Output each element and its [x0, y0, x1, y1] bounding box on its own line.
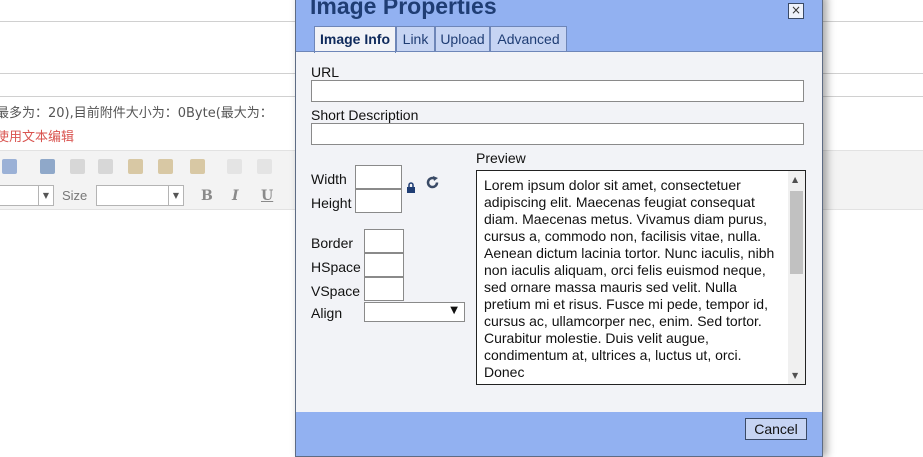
underline-button[interactable]: U — [261, 188, 273, 204]
align-select[interactable]: ▼ — [364, 302, 465, 322]
hspace-input[interactable] — [364, 253, 404, 277]
paste-text-icon[interactable] — [158, 159, 173, 174]
copy-icon[interactable] — [98, 159, 113, 174]
preview-label: Preview — [476, 150, 526, 166]
tab-image-info[interactable]: Image Info — [314, 26, 396, 53]
dialog-title-bar[interactable]: Image Properties × Image Info Link Uploa… — [296, 0, 822, 53]
redo-icon[interactable] — [257, 159, 272, 174]
width-input[interactable] — [355, 165, 402, 189]
dialog-title: Image Properties — [310, 0, 497, 19]
height-input[interactable] — [355, 189, 402, 213]
width-label: Width — [311, 171, 347, 187]
tab-link[interactable]: Link — [396, 26, 435, 51]
bold-button[interactable]: B — [201, 188, 213, 204]
image-properties-dialog: Image Properties × Image Info Link Uploa… — [295, 0, 823, 457]
dialog-footer: Cancel — [296, 412, 822, 456]
hspace-label: HSpace — [311, 259, 361, 275]
paste-word-icon[interactable] — [190, 159, 205, 174]
preview-box[interactable]: Lorem ipsum dolor sit amet, consectetuer… — [476, 170, 806, 385]
size-select[interactable]: ▼ — [96, 185, 184, 206]
undo-icon[interactable] — [227, 159, 242, 174]
tab-advanced[interactable]: Advanced — [490, 26, 567, 51]
align-label: Align — [311, 305, 343, 321]
border-input[interactable] — [364, 229, 404, 253]
attachment-info-text: 最多为：20),目前附件大小为：0Byte(最大为： — [0, 106, 273, 121]
lock-ratio-icon[interactable] — [406, 179, 416, 198]
font-select[interactable]: ▼ — [0, 185, 54, 206]
document-icon[interactable] — [40, 159, 55, 174]
paste-icon[interactable] — [128, 159, 143, 174]
size-label: Size — [62, 188, 88, 203]
scroll-thumb[interactable] — [790, 191, 803, 274]
short-description-input[interactable] — [311, 123, 804, 145]
vspace-label: VSpace — [311, 283, 361, 299]
cancel-button[interactable]: Cancel — [745, 418, 807, 440]
border-label: Border — [311, 235, 354, 251]
text-edit-link[interactable]: 使用文本编辑 — [0, 126, 74, 145]
chevron-down-icon: ▼ — [450, 305, 458, 316]
scroll-up-icon[interactable]: ▲ — [792, 175, 798, 184]
height-label: Height — [311, 195, 352, 211]
url-input[interactable] — [311, 80, 804, 102]
url-label: URL — [311, 64, 340, 80]
vspace-input[interactable] — [364, 277, 404, 301]
cut-icon[interactable] — [70, 159, 85, 174]
reset-size-icon[interactable] — [425, 175, 440, 194]
tab-upload[interactable]: Upload — [435, 26, 490, 51]
close-icon[interactable]: × — [788, 3, 804, 19]
preview-text: Lorem ipsum dolor sit amet, consectetuer… — [484, 177, 775, 380]
scroll-down-icon[interactable]: ▼ — [792, 371, 798, 380]
preview-icon[interactable] — [2, 159, 17, 174]
italic-button[interactable]: I — [232, 188, 239, 204]
preview-scrollbar[interactable]: ▲ ▼ — [788, 171, 805, 384]
short-description-label: Short Description — [311, 107, 419, 123]
